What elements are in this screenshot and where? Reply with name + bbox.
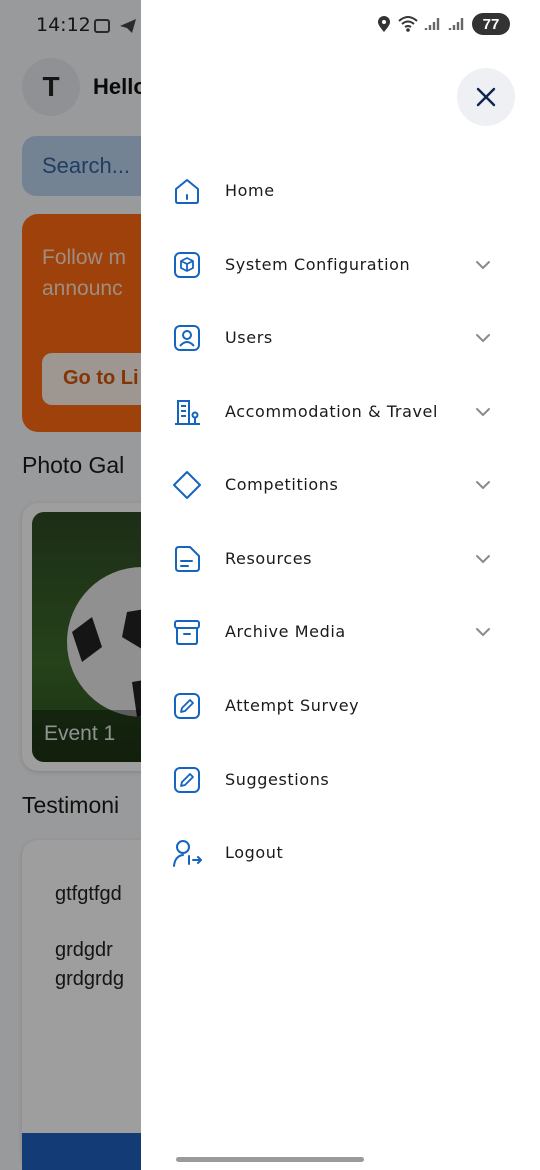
chevron-down-icon [476,628,490,637]
status-right-icons: 77 [376,13,510,35]
menu-item-users[interactable]: Users [141,308,540,368]
menu-label: Resources [225,549,313,568]
navigation-drawer: Home System Configuration Users Accommod… [141,0,540,1170]
menu-item-accommodation-travel[interactable]: Accommodation & Travel [141,382,540,442]
archive-icon [174,620,200,645]
menu-label: System Configuration [225,255,411,274]
chevron-down-icon [476,334,490,343]
chevron-down-icon [476,261,490,270]
building-icon [175,400,200,425]
battery-indicator: 77 [472,13,510,35]
signal-icon [424,18,440,30]
menu-item-resources[interactable]: Resources [141,529,540,589]
menu-label: Competitions [225,475,339,494]
home-icon [175,179,199,204]
logout-icon [173,840,202,867]
chevron-down-icon [476,408,490,417]
document-icon [175,546,200,572]
menu-item-logout[interactable]: Logout [141,823,540,883]
menu-label: Users [225,328,273,347]
diamond-icon [173,471,201,499]
menu-item-home[interactable]: Home [141,161,540,221]
menu-label: Logout [225,843,284,862]
menu-label: Archive Media [225,622,346,641]
signal-icon [448,18,464,30]
menu-label: Accommodation & Travel [225,402,439,421]
home-indicator[interactable] [176,1157,364,1162]
menu-label: Attempt Survey [225,696,360,715]
cube-icon [174,252,200,278]
close-button[interactable] [457,68,515,126]
menu-label: Home [225,181,275,200]
menu-label: Suggestions [225,770,330,789]
chevron-down-icon [476,481,490,490]
menu-item-attempt-survey[interactable]: Attempt Survey [141,676,540,736]
close-icon [476,87,496,107]
edit-icon [174,767,200,793]
chevron-down-icon [476,555,490,564]
edit-icon [174,693,200,719]
menu-item-system-configuration[interactable]: System Configuration [141,235,540,295]
user-badge-icon [174,325,200,351]
wifi-icon [398,16,418,32]
menu-item-suggestions[interactable]: Suggestions [141,750,540,810]
menu-item-archive-media[interactable]: Archive Media [141,602,540,662]
location-icon [378,16,390,32]
menu-item-competitions[interactable]: Competitions [141,455,540,515]
